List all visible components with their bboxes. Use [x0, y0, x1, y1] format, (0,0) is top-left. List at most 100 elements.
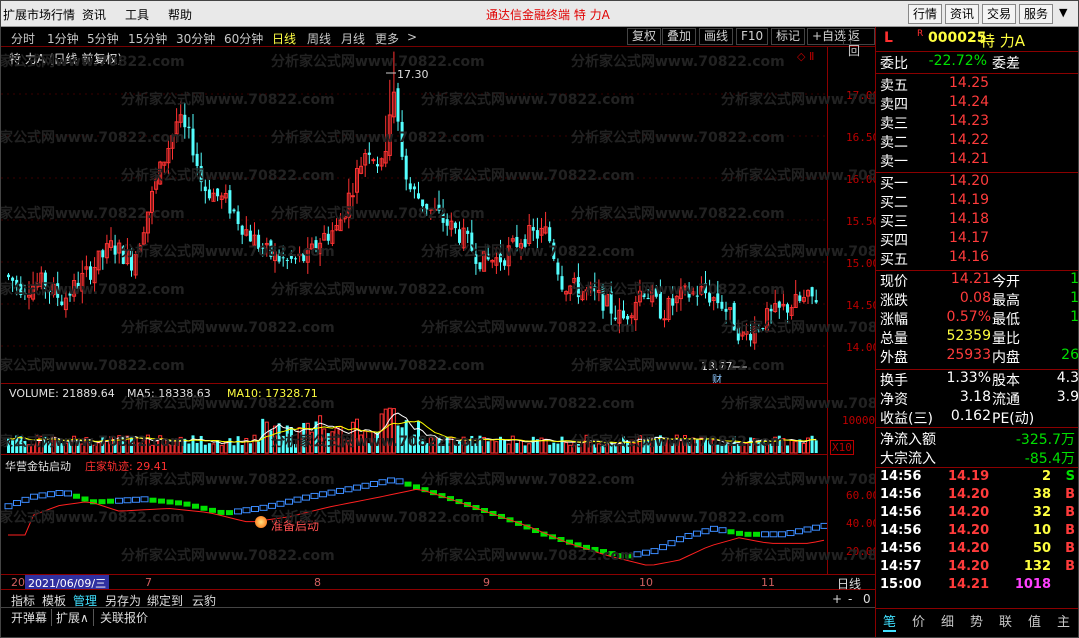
stat-label: 流通: [992, 392, 1020, 408]
stat-value: 52359: [946, 328, 991, 344]
flow-label: 净流入额: [880, 432, 936, 448]
stat-value: 3.9: [1056, 389, 1079, 405]
stat-value: 0.08: [959, 290, 991, 306]
period-tab-30min[interactable]: 30分钟: [176, 30, 215, 47]
f10-button[interactable]: F10: [736, 28, 769, 45]
stat-row: 收益(三) 0.162 PE(动): [876, 408, 1078, 427]
reset-zoom-button[interactable]: 0: [863, 592, 871, 606]
app-window: 扩展市场行情 资讯 工具 帮助 通达信金融终端 特 力A 行情 资讯 交易 服务…: [0, 0, 1079, 638]
flow-value: -325.7万: [1015, 432, 1075, 448]
tick-volume: 1018: [1014, 577, 1051, 592]
draw-line-button[interactable]: 画线: [699, 28, 734, 45]
watermark-text: 分析家公式网www.70822.com: [121, 320, 335, 336]
stat-row: 涨跌 0.08 最高 1: [876, 290, 1078, 309]
period-toolbar: 分时 1分钟 5分钟 15分钟 30分钟 60分钟 日线 周线 月线 更多 > …: [1, 27, 875, 58]
watermark-text: 分析家公式网www.70822.com: [571, 206, 785, 222]
watermark-text: 分析家公式网www.70822.com: [271, 54, 485, 70]
tick-side: B: [1065, 523, 1075, 538]
quote-tab[interactable]: 值: [1028, 611, 1041, 630]
flow-label: 大宗流入: [880, 451, 936, 467]
order-ratio-row: 委比 -22.72% 委差: [880, 53, 1020, 72]
watermark-text: 分析家公式网www.70822.com: [571, 130, 785, 146]
tab-danmaku[interactable]: 开弹幕: [11, 609, 53, 626]
ask-level-price: 14.21: [949, 151, 990, 167]
stat-value: 1: [1070, 309, 1079, 325]
ask-level-label: 卖一: [880, 154, 908, 170]
adjust-button[interactable]: 复权: [627, 28, 662, 45]
quote-tab[interactable]: 联: [999, 611, 1012, 630]
period-tab-more[interactable]: 更多: [375, 30, 399, 47]
quote-tab[interactable]: 价: [912, 611, 925, 630]
watermark-text: 分析家公式网www.70822.com: [1, 130, 185, 146]
tab-indicator[interactable]: 指标: [11, 592, 35, 609]
minimize-icon[interactable]: ▼: [1059, 6, 1075, 20]
bid-level: 买二 14.19: [876, 192, 1078, 211]
tick-volume: 50: [1032, 541, 1051, 556]
watermark-text: 分析家公式网www.70822.com: [421, 320, 635, 336]
mark-button[interactable]: 标记: [771, 28, 806, 45]
period-tab-15min[interactable]: 15分钟: [128, 30, 167, 47]
tick-side: B: [1065, 559, 1075, 574]
quote-tab[interactable]: 细: [941, 611, 954, 630]
tick-volume: 32: [1032, 505, 1051, 520]
period-tab-daily[interactable]: 日线: [272, 30, 296, 47]
stat-row: 涨幅 0.57% 最低 1: [876, 309, 1079, 328]
tab-save-as[interactable]: 另存为: [105, 592, 141, 609]
stat-value: 1: [1070, 271, 1079, 287]
menu-tools[interactable]: 工具: [125, 6, 149, 23]
r-flag: R: [917, 29, 924, 39]
watermark-text: 分析家公式网www.70822.com: [271, 434, 485, 450]
back-button[interactable]: 返回: [843, 28, 875, 58]
ask-level: 卖三 14.23: [876, 113, 1078, 132]
watermark-text: 分析家公式网www.70822.com: [421, 92, 635, 108]
tab-cloud[interactable]: 云豹: [192, 592, 216, 609]
period-tab-weekly[interactable]: 周线: [307, 30, 331, 47]
stat-value: 0.162: [950, 408, 991, 424]
more-arrow-icon[interactable]: >: [407, 30, 417, 44]
stat-label: 最低: [992, 312, 1020, 328]
stat-label: 涨跌: [880, 293, 908, 309]
month-tick: 9: [483, 576, 490, 589]
period-tab-timeshare[interactable]: 分时: [11, 30, 35, 47]
menu-extended-market[interactable]: 扩展市场行情: [3, 6, 75, 23]
quote-button[interactable]: 行情: [908, 4, 943, 24]
watermark-text: 分析家公式网www.70822.com: [121, 244, 335, 260]
quote-tab[interactable]: 势: [970, 611, 983, 630]
stat-label: 内盘: [992, 350, 1020, 366]
tab-bind-to[interactable]: 绑定到: [147, 592, 183, 609]
overlay-button[interactable]: 叠加: [662, 28, 697, 45]
ask-level: 卖五 14.25: [876, 75, 1078, 94]
bid-level: 买一 14.20: [876, 173, 1078, 192]
service-button[interactable]: 服务: [1019, 4, 1054, 24]
bid-level-price: 14.20: [949, 173, 990, 189]
stat-value: 1.33%: [946, 370, 991, 386]
stat-value: 3.18: [959, 389, 991, 405]
tick-side: B: [1065, 487, 1075, 502]
menu-news[interactable]: 资讯: [82, 6, 106, 23]
stat-row: 净资 3.18 流通 3.9: [876, 389, 1079, 408]
quote-tab[interactable]: 笔: [883, 611, 897, 632]
tick-volume: 2: [1041, 469, 1051, 484]
stat-label: 现价: [880, 274, 908, 290]
news-button[interactable]: 资讯: [945, 4, 980, 24]
period-tab-5min[interactable]: 5分钟: [87, 30, 119, 47]
menu-help[interactable]: 帮助: [168, 6, 192, 23]
tick-price: 14.20: [948, 487, 990, 502]
tab-extend[interactable]: 扩展∧: [56, 609, 94, 626]
zoom-out-button[interactable]: -: [848, 592, 852, 606]
watermark-text: 分析家公式网www.70822.com: [721, 320, 875, 336]
ask-level-price: 14.23: [949, 113, 990, 129]
tick-time: 14:56: [880, 541, 922, 556]
quote-tab[interactable]: 主: [1057, 611, 1070, 630]
ask-level-label: 卖三: [880, 116, 908, 132]
bid-level-price: 14.16: [949, 249, 990, 265]
tab-related-quote[interactable]: 关联报价: [100, 609, 148, 626]
period-tab-1min[interactable]: 1分钟: [47, 30, 79, 47]
period-tab-60min[interactable]: 60分钟: [224, 30, 263, 47]
stat-label: 净资: [880, 392, 908, 408]
zoom-in-button[interactable]: +: [832, 592, 842, 606]
trade-button[interactable]: 交易: [982, 4, 1017, 24]
tab-template[interactable]: 模板: [42, 592, 66, 609]
period-tab-monthly[interactable]: 月线: [341, 30, 365, 47]
tab-manage[interactable]: 管理: [73, 592, 97, 609]
